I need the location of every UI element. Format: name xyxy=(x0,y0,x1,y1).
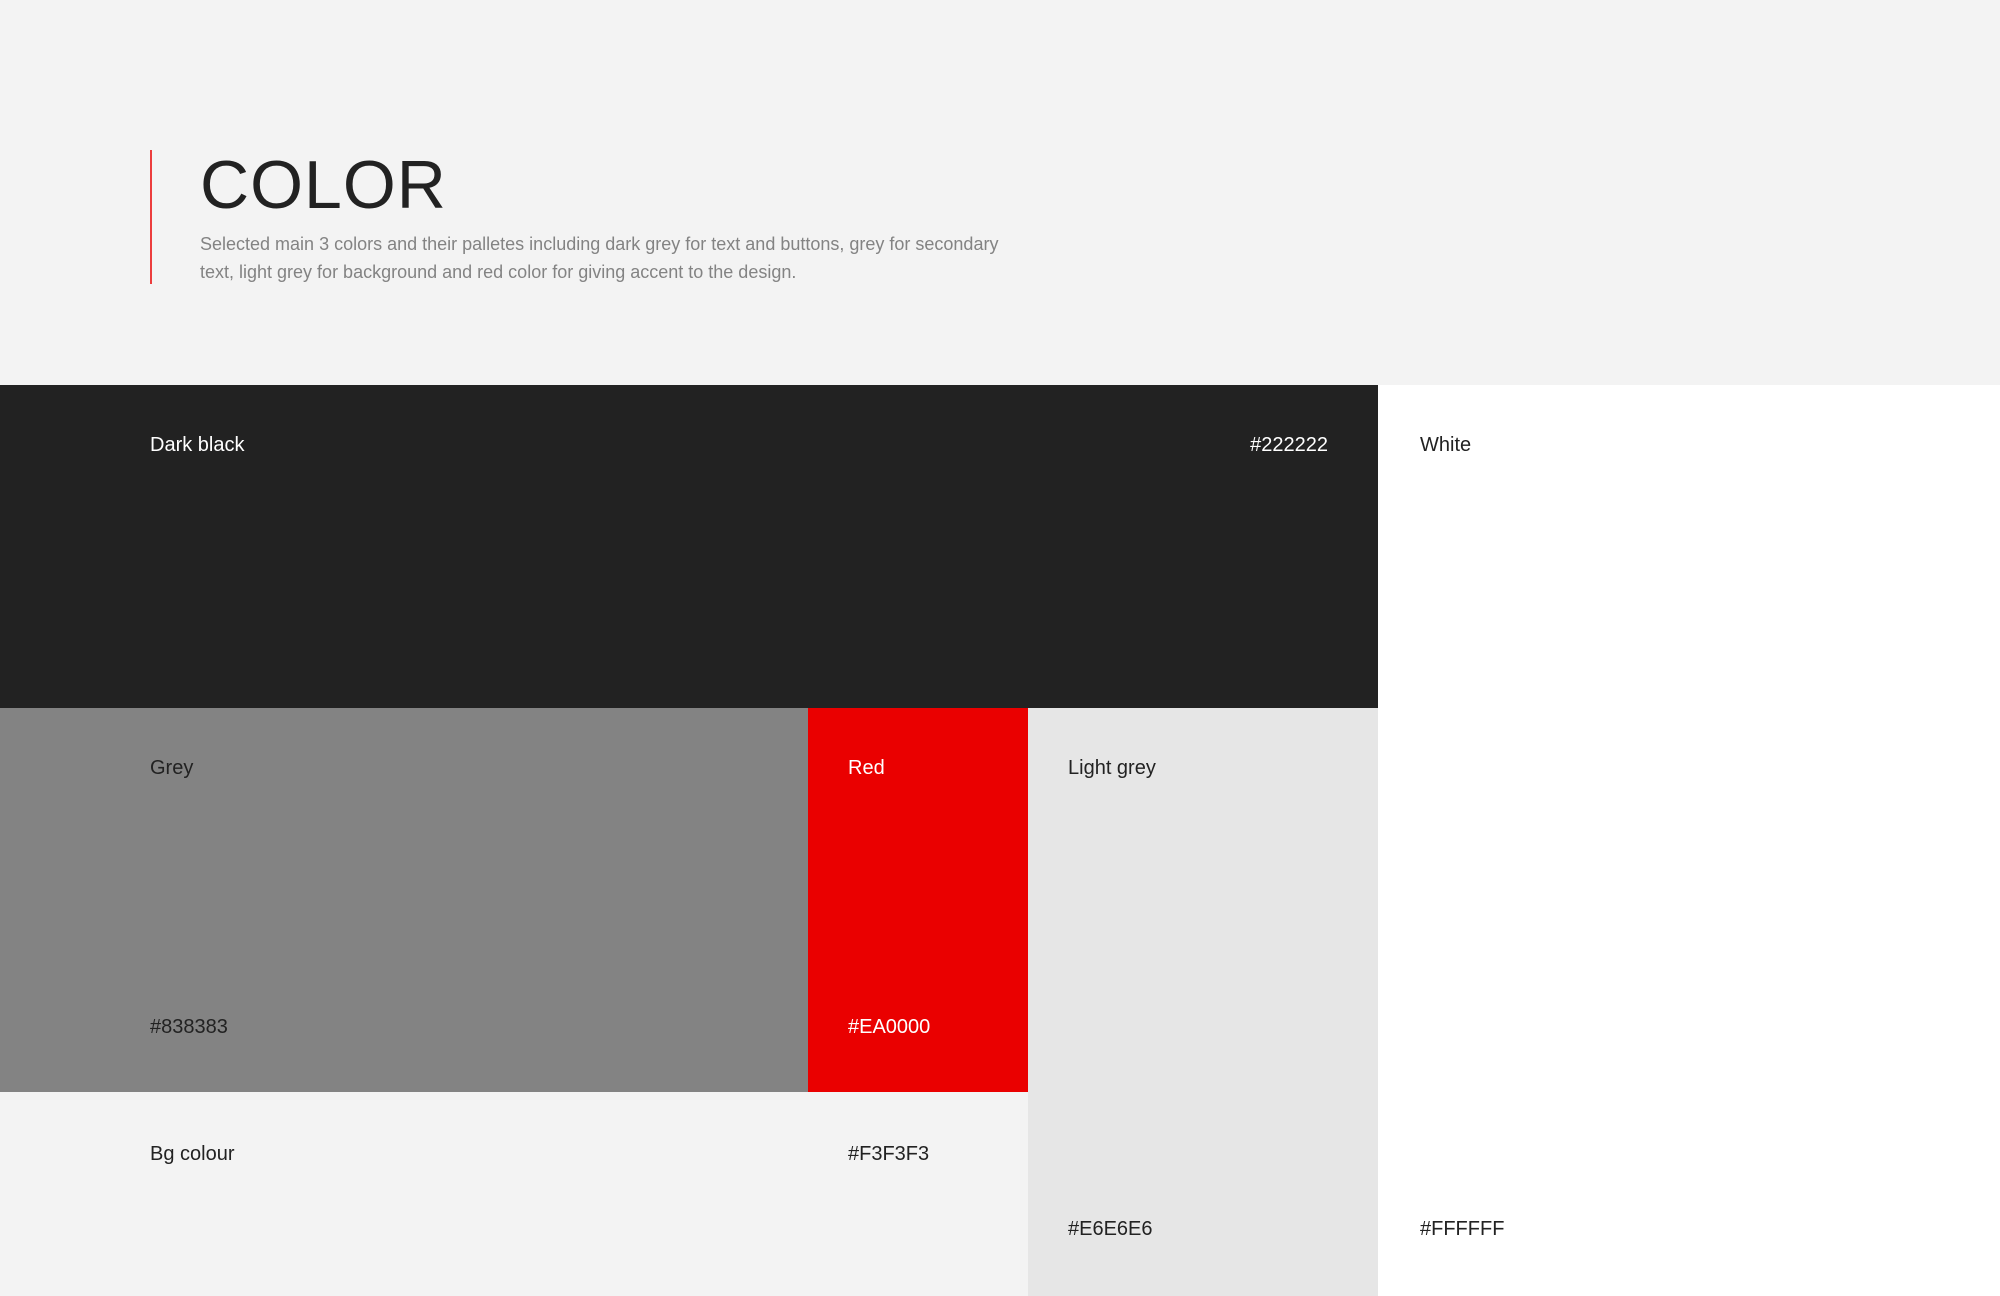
swatch-hex: #F3F3F3 xyxy=(848,1143,930,1165)
swatch-hex: #FFFFFF xyxy=(1420,1218,1505,1240)
section-header: COLOR Selected main 3 colors and their p… xyxy=(150,150,1050,284)
swatch-hex: #EA0000 xyxy=(848,1016,931,1038)
page-title: COLOR xyxy=(200,147,447,223)
page-description: Selected main 3 colors and their pallete… xyxy=(200,234,999,282)
swatch-label: Dark black xyxy=(150,434,245,456)
swatch-label: Bg colour xyxy=(150,1143,235,1165)
swatch-grey: Grey #838383 xyxy=(0,708,808,1092)
swatch-hex: #838383 xyxy=(150,1016,228,1038)
swatch-hex: #222222 xyxy=(1250,434,1328,456)
swatch-label: Red xyxy=(848,757,885,779)
swatch-label: Grey xyxy=(150,757,194,779)
swatch-bg-colour: Bg colour #F3F3F3 xyxy=(0,1092,1028,1296)
swatch-red: Red #EA0000 xyxy=(808,708,1028,1092)
swatch-dark-black: Dark black #222222 xyxy=(0,385,1378,708)
swatch-hex: #E6E6E6 xyxy=(1068,1218,1153,1240)
swatch-light-grey: Light grey #E6E6E6 xyxy=(1028,708,1378,1296)
swatch-white: White #FFFFFF xyxy=(1378,385,2000,1296)
accent-bar xyxy=(150,150,152,284)
swatch-label: Light grey xyxy=(1068,757,1156,779)
swatch-label: White xyxy=(1420,434,1472,456)
